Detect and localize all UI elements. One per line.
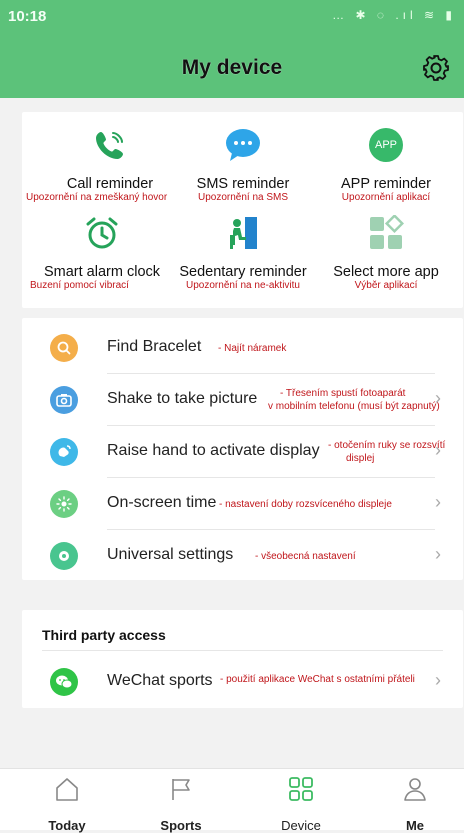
row-label: Find Bracelet	[107, 338, 202, 355]
row-label: Shake to take picture	[107, 390, 258, 407]
device-grid-icon	[289, 777, 313, 801]
reminder-note: Výběr aplikací	[354, 280, 418, 291]
row-label: Universal settings	[107, 546, 234, 563]
universal-settings-row[interactable]: Universal settings - všeobecná nastavení…	[22, 530, 463, 582]
raise-hand-row[interactable]: Raise hand to activate display - otočení…	[22, 426, 463, 478]
reminder-note: Upozornění na zmeškaný hovor	[26, 192, 168, 203]
chevron-right-icon: ›	[435, 544, 441, 564]
gear-icon	[50, 542, 78, 570]
tab-label: Device	[281, 818, 321, 833]
sms-bubble-icon	[222, 124, 264, 166]
call-reminder[interactable]: Call reminder Upozornění na zmeškaný hov…	[26, 124, 180, 203]
camera-icon	[50, 386, 78, 414]
app-reminder[interactable]: APP APP reminder Upozornění aplikací	[316, 124, 456, 203]
third-party-card: Third party access WeChat sports - použi…	[22, 610, 463, 708]
row-note: - otočením ruky se rozsvítí	[328, 440, 446, 451]
row-note: - všeobecná nastavení	[255, 551, 356, 562]
tab-label: Today	[48, 818, 86, 833]
tab-device[interactable]: Device	[266, 775, 336, 833]
sms-reminder[interactable]: SMS reminder Upozornění na SMS	[173, 124, 313, 203]
wechat-sports-row[interactable]: WeChat sports - použití aplikace WeChat …	[22, 656, 463, 708]
bottom-tab-bar: Today Sports Device Me	[0, 768, 464, 833]
tab-label: Sports	[160, 818, 202, 833]
reminder-label: Smart alarm clock	[43, 264, 161, 280]
reminder-note: Buzení pomocí vibrací	[30, 280, 129, 291]
tab-label: Me	[405, 818, 425, 833]
reminder-label: SMS reminder	[196, 176, 290, 192]
page-title: My device	[181, 56, 283, 79]
find-bracelet-row[interactable]: Find Bracelet - Najít náramek	[22, 322, 463, 374]
alarm-clock-icon	[81, 212, 123, 254]
header: My device	[0, 36, 464, 98]
section-title: Third party access	[42, 627, 166, 643]
row-label: On-screen time	[107, 494, 217, 511]
reminder-label: Select more app	[333, 264, 439, 280]
select-more-app[interactable]: Select more app Výběr aplikací	[316, 212, 456, 291]
row-note-2: v mobilním telefonu (musí být zapnutý)	[268, 401, 440, 412]
status-time: 10:18	[8, 8, 47, 25]
reminder-label: APP reminder	[341, 176, 431, 192]
row-note: - nastavení doby rozsvíceného displeje	[219, 499, 392, 510]
app-icon: APP	[365, 124, 407, 166]
reminder-label: Call reminder	[66, 176, 154, 192]
row-note-2: displej	[346, 453, 375, 464]
divider	[42, 650, 443, 651]
shake-to-take-picture-row[interactable]: Shake to take picture - Třesením spustí …	[22, 374, 463, 426]
reminder-note: Upozornění na SMS	[197, 192, 289, 203]
reminder-label: Sedentary reminder	[179, 264, 307, 280]
search-icon	[50, 334, 78, 362]
phone-icon	[89, 124, 131, 166]
row-label: WeChat sports	[107, 672, 213, 689]
settings-gear-icon[interactable]	[422, 54, 450, 82]
row-note: - Třesením spustí fotoaparát	[280, 388, 406, 399]
tab-me[interactable]: Me	[380, 775, 450, 833]
reminder-note: Upozornění na ne-aktivitu	[186, 280, 300, 291]
sun-icon	[50, 490, 78, 518]
chevron-right-icon: ›	[435, 492, 441, 512]
wechat-icon	[50, 668, 78, 696]
tab-today[interactable]: Today	[32, 775, 102, 833]
status-icons: … ✱ ◌ .ıl ≋ ▮	[332, 8, 456, 22]
settings-list: Find Bracelet - Najít náramek Shake to t…	[22, 318, 463, 580]
on-screen-time-row[interactable]: On-screen time - nastavení doby rozsvíce…	[22, 478, 463, 530]
flag-icon	[172, 779, 190, 800]
home-icon	[56, 778, 78, 801]
row-note: - Najít náramek	[218, 343, 287, 354]
status-bar: 10:18 … ✱ ◌ .ıl ≋ ▮	[0, 0, 464, 36]
smart-alarm-clock[interactable]: Smart alarm clock Buzení pomocí vibrací	[30, 212, 172, 291]
chevron-right-icon: ›	[435, 670, 441, 690]
app-icon-text: APP	[369, 128, 403, 162]
tab-sports[interactable]: Sports	[146, 775, 216, 833]
reminder-card: Call reminder Upozornění na zmeškaný hov…	[22, 112, 463, 308]
person-icon	[404, 778, 426, 801]
sedentary-icon	[222, 212, 264, 254]
chevron-right-icon: ›	[435, 388, 441, 408]
raise-hand-icon	[50, 438, 78, 466]
sedentary-reminder[interactable]: Sedentary reminder Upozornění na ne-akti…	[173, 212, 313, 291]
chevron-right-icon: ›	[435, 440, 441, 460]
more-apps-icon	[365, 212, 407, 254]
row-label: Raise hand to activate display	[107, 442, 320, 459]
reminder-note: Upozornění aplikací	[341, 192, 431, 203]
row-note: - použití aplikace WeChat s ostatními př…	[220, 674, 415, 685]
